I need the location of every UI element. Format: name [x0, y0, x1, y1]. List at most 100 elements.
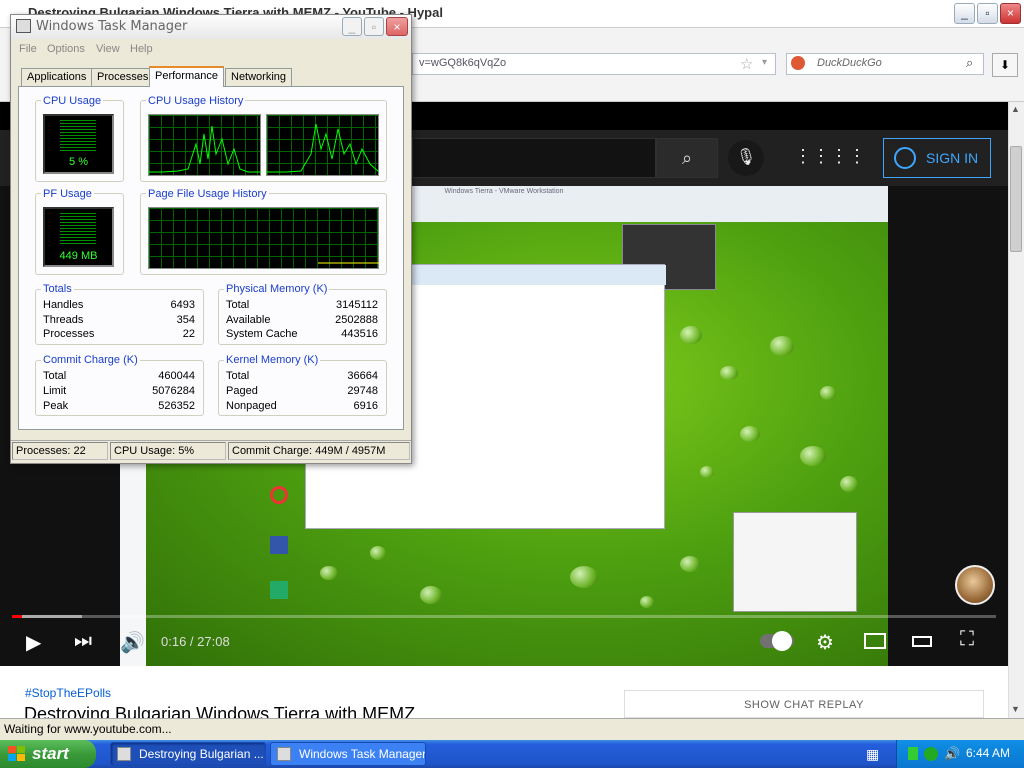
close-button[interactable]: × [1000, 3, 1021, 24]
task-manager-task-icon [277, 747, 291, 761]
windows-logo-icon [8, 746, 25, 761]
taskbar-item-task-manager[interactable]: Windows Task Manager [270, 742, 426, 766]
kernel-total-value: 36664 [347, 370, 378, 382]
chevron-down-icon[interactable]: ▾ [762, 57, 767, 68]
menu-file[interactable]: File [19, 43, 37, 55]
scrollbar-thumb[interactable] [1010, 146, 1022, 252]
pf-meter-bars [60, 213, 96, 245]
menu-options[interactable]: Options [47, 43, 85, 55]
phys-available-label: Available [226, 314, 271, 326]
pf-history-line [318, 262, 379, 264]
handles-value: 6493 [170, 299, 195, 311]
commit-total-label: Total [43, 370, 67, 382]
cpu-meter-bars [60, 120, 96, 152]
duckduckgo-icon[interactable] [791, 56, 805, 70]
tab-applications[interactable]: Applications [21, 68, 93, 86]
status-cpu-usage: CPU Usage: 5% [110, 442, 226, 460]
browser-task-icon [117, 747, 131, 761]
address-bar[interactable]: v=wGQ8k6qVqZo [412, 53, 776, 75]
kernel-memory-label: Kernel Memory (K) [224, 354, 321, 366]
keyboard-icon[interactable]: ▦ [866, 746, 879, 763]
menu-help[interactable]: Help [130, 43, 153, 55]
tray-app-icon[interactable] [908, 747, 918, 760]
youtube-search-input[interactable] [412, 138, 656, 178]
vm-context-menu [733, 512, 857, 612]
progress-bar[interactable] [12, 615, 22, 618]
pf-history-label: Page File Usage History [146, 188, 269, 200]
commit-charge-label: Commit Charge (K) [41, 354, 140, 366]
cpu-usage-label: CPU Usage [41, 95, 104, 107]
commit-peak-label: Peak [43, 400, 69, 412]
system-cache-label: System Cache [226, 328, 298, 340]
tray-volume-icon[interactable]: 🔊 [944, 746, 960, 762]
threads-label: Threads [43, 314, 84, 326]
task-manager-app-icon [16, 19, 31, 33]
pf-usage-value: 449 MB [59, 250, 98, 262]
kernel-total-label: Total [226, 370, 250, 382]
cpu-history-line-2 [266, 123, 379, 173]
physical-memory-label: Physical Memory (K) [224, 283, 330, 295]
show-chat-replay-button[interactable]: SHOW CHAT REPLAY [624, 690, 984, 718]
time-display: 0:16 / 27:08 [161, 634, 230, 649]
clock: 6:44 AM [966, 746, 1011, 760]
apps-grid-icon[interactable]: ⋮⋮⋮ [794, 146, 848, 167]
system-cache-value: 443516 [341, 328, 378, 340]
volume-icon[interactable]: 🔊 [120, 630, 145, 655]
commit-limit-value: 5076284 [152, 385, 195, 397]
commit-peak-value: 526352 [158, 400, 195, 412]
search-input[interactable]: DuckDuckGo [786, 53, 984, 75]
browser-statusbar: Waiting for www.youtube.com... [0, 718, 1024, 740]
tab-performance[interactable]: Performance [149, 66, 224, 87]
microphone-icon[interactable]: 🎙 [728, 140, 764, 176]
phys-total-value: 3145112 [335, 299, 378, 311]
desktop-icons [262, 456, 302, 616]
tab-processes[interactable]: Processes [91, 68, 155, 86]
youtube-search-button[interactable]: ⌕ [656, 138, 718, 178]
tab-networking[interactable]: Networking [225, 68, 293, 86]
settings-gear-icon[interactable]: ⚙ [816, 630, 834, 655]
kernel-paged-value: 29748 [347, 385, 378, 397]
cpu-usage-value: 5 % [69, 156, 88, 168]
theater-mode-icon[interactable] [912, 636, 932, 647]
status-commit-charge: Commit Charge: 449M / 4957M [228, 442, 410, 460]
tm-close-button[interactable]: × [386, 17, 408, 36]
tray-network-icon[interactable] [924, 747, 938, 761]
download-button[interactable]: ⬇ [992, 53, 1018, 77]
progress-track[interactable] [12, 615, 996, 618]
phys-total-label: Total [226, 299, 250, 311]
more-options-icon[interactable]: ⋮ [848, 146, 866, 167]
taskbar-item-youtube-label: Destroying Bulgarian ... [139, 747, 264, 761]
handles-label: Handles [43, 299, 84, 311]
commit-limit-label: Limit [43, 385, 67, 397]
status-processes: Processes: 22 [12, 442, 108, 460]
scroll-down-icon[interactable]: ▼ [1011, 704, 1020, 714]
tm-minimize-button[interactable]: _ [342, 17, 362, 36]
kernel-nonpaged-label: Nonpaged [226, 400, 277, 412]
tm-maximize-button[interactable]: ▫ [364, 17, 384, 36]
channel-avatar[interactable] [955, 565, 995, 605]
progress-buffer [22, 615, 82, 618]
video-title: Destroying Bulgarian Windows Tierra with… [24, 704, 416, 718]
hashtag-link[interactable]: #StopTheEPolls [25, 686, 111, 700]
fullscreen-icon[interactable]: ⛶ [960, 628, 974, 651]
next-icon[interactable]: ⏭ [74, 630, 92, 653]
kernel-paged-label: Paged [226, 385, 258, 397]
commit-total-value: 460044 [158, 370, 195, 382]
play-icon[interactable]: ▶ [26, 630, 41, 655]
totals-label: Totals [41, 283, 74, 295]
maximize-button[interactable]: ▫ [977, 3, 998, 24]
search-icon[interactable]: ⌕ [966, 55, 973, 71]
phys-available-value: 2502888 [335, 314, 378, 326]
minimize-button[interactable]: _ [954, 3, 975, 24]
bookmark-star-icon[interactable]: ☆ [740, 55, 753, 73]
taskbar-item-task-manager-label: Windows Task Manager [299, 747, 426, 761]
miniplayer-icon[interactable] [864, 633, 886, 649]
autoplay-knob[interactable] [772, 631, 792, 651]
taskbar-item-youtube[interactable]: Destroying Bulgarian ... [110, 742, 266, 766]
processes-value: 22 [182, 328, 195, 340]
task-manager-title: Windows Task Manager [36, 19, 188, 34]
pf-usage-label: PF Usage [41, 188, 94, 200]
cpu-history-line-1 [148, 125, 261, 173]
scroll-up-icon[interactable]: ▲ [1011, 104, 1020, 114]
menu-view[interactable]: View [96, 43, 120, 55]
